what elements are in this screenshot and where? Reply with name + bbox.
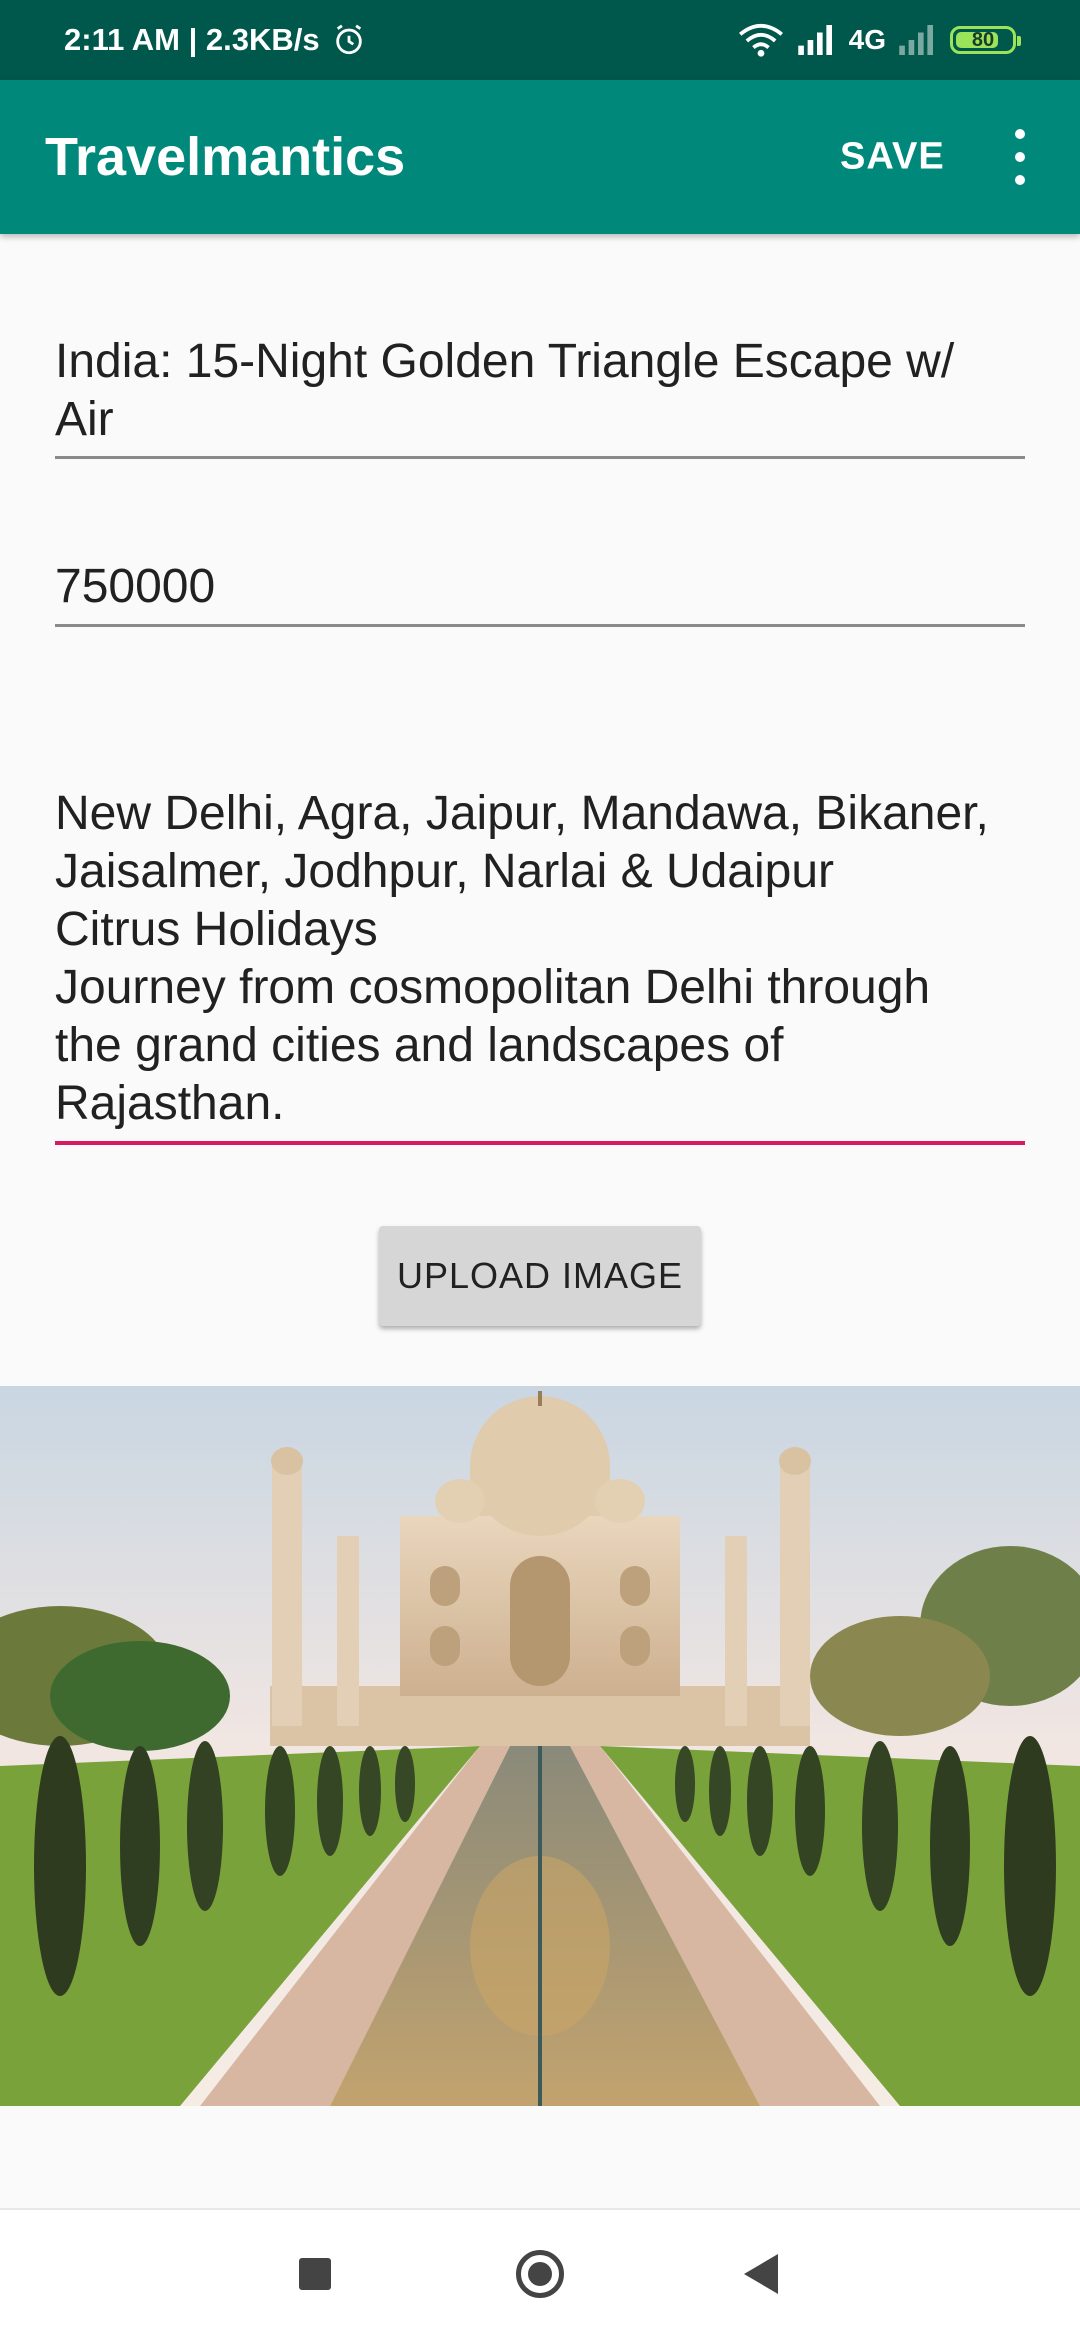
upload-image-button[interactable]: UPLOAD IMAGE [379, 1226, 701, 1326]
app-bar: Travelmantics SAVE [0, 80, 1080, 234]
status-time: 2:11 AM | 2.3KB/s [64, 22, 320, 57]
network-type: 4G [848, 24, 886, 55]
price-field-underline [55, 624, 1025, 627]
signal-weak-icon [899, 25, 933, 55]
app-title: Travelmantics [45, 127, 406, 187]
taj-mahal-image [0, 1386, 1080, 2106]
description-field[interactable]: New Delhi, Agra, Jaipur, Mandawa, Bikane… [55, 785, 1025, 1133]
home-button[interactable] [516, 2250, 564, 2298]
deal-image [0, 1386, 1080, 2106]
back-button[interactable] [744, 2254, 778, 2294]
battery-icon: 80 [950, 26, 1021, 54]
save-button[interactable]: SAVE [840, 136, 945, 179]
status-right: 4G 80 [737, 23, 1021, 57]
description-field-underline [55, 1141, 1025, 1145]
price-field[interactable]: 750000 [55, 558, 1025, 616]
alarm-icon [335, 24, 362, 55]
recents-button[interactable] [299, 2258, 331, 2290]
title-field[interactable]: India: 15-Night Golden Triangle Escape w… [55, 333, 1025, 449]
battery-level: 80 [971, 28, 995, 51]
wifi-icon [738, 23, 783, 57]
more-vert-icon[interactable] [1000, 127, 1040, 187]
status-left: 2:11 AM | 2.3KB/s [64, 22, 366, 58]
title-field-underline [55, 456, 1025, 459]
status-bar: 2:11 AM | 2.3KB/s 4G 80 [0, 0, 1080, 80]
signal-icon [797, 25, 832, 55]
